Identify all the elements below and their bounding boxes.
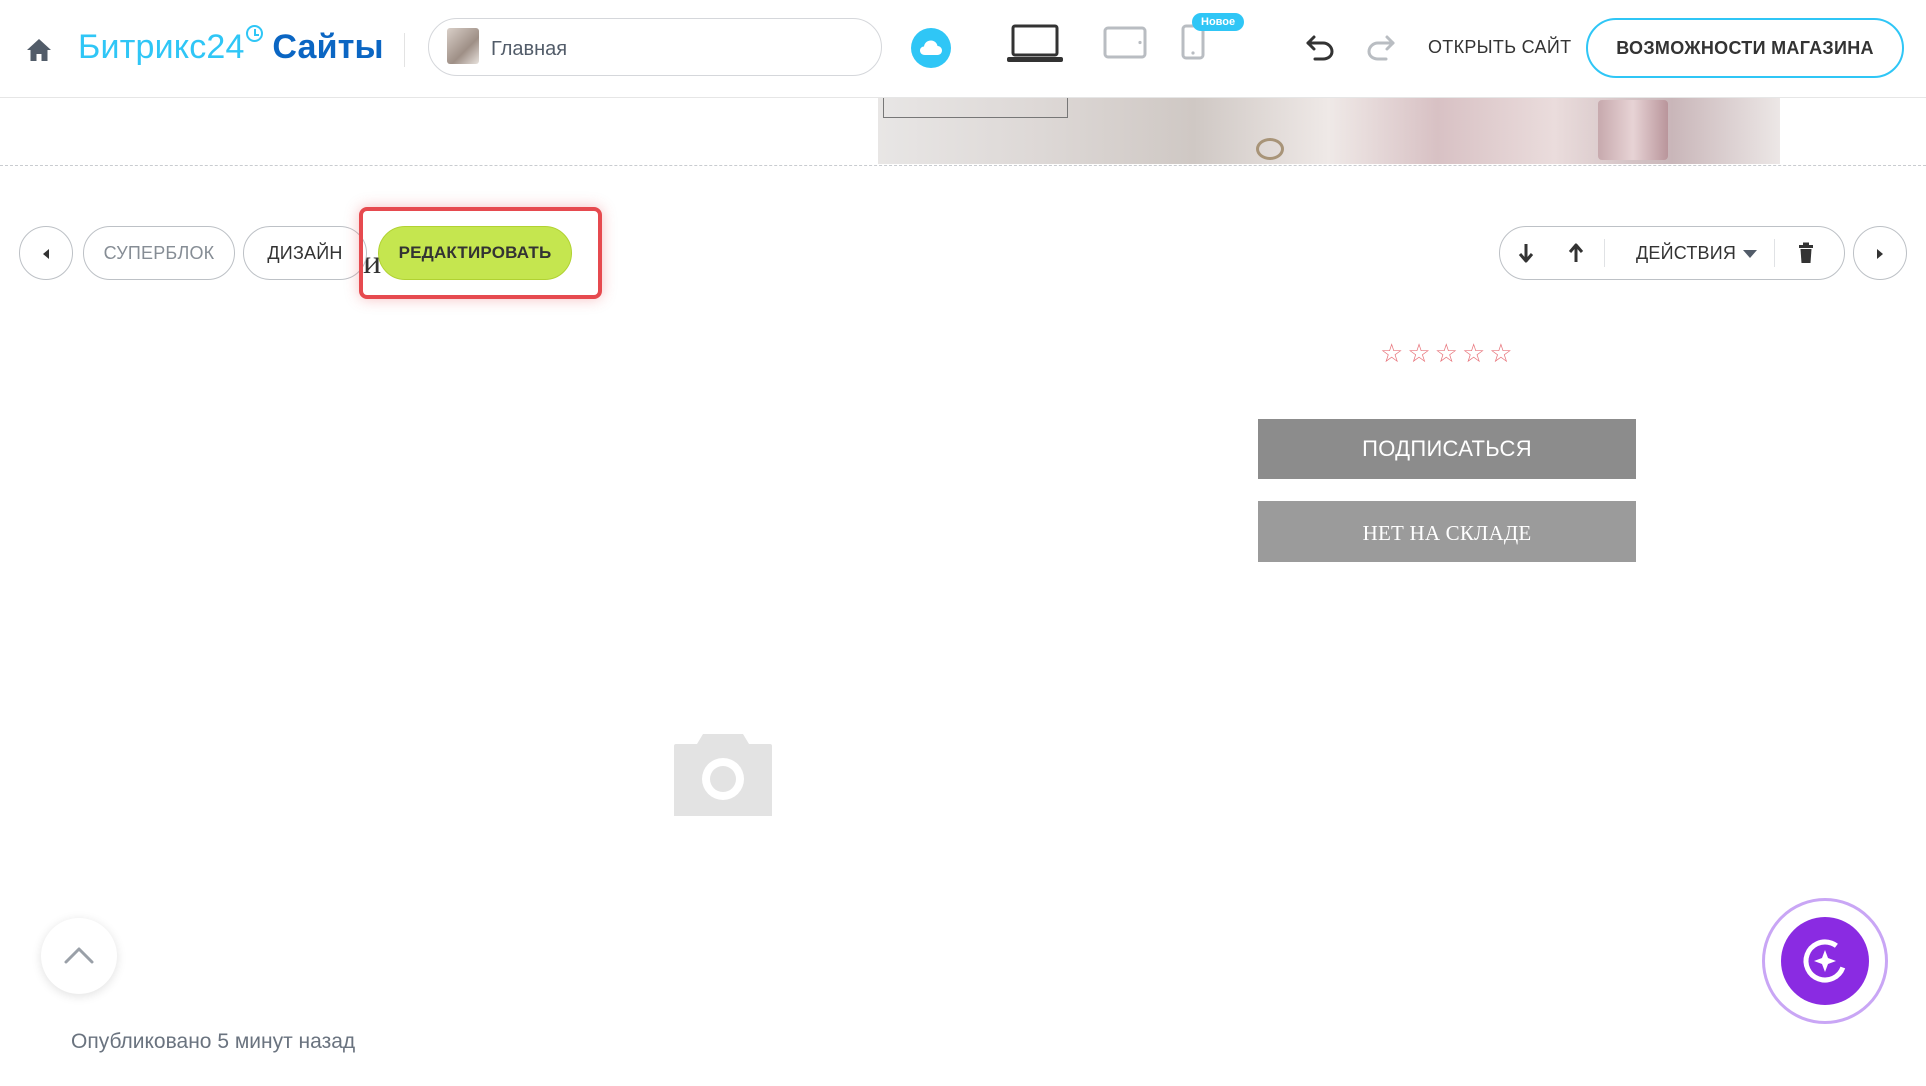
arrow-up-icon[interactable]	[1568, 242, 1584, 264]
logo-sites: Сайты	[272, 28, 384, 66]
star-icon[interactable]: ☆	[1407, 340, 1430, 366]
next-block-button[interactable]	[1853, 226, 1907, 280]
actions-dropdown[interactable]: ДЕЙСТВИЯ	[1636, 243, 1736, 264]
block-divider	[0, 165, 1926, 166]
ai-assistant-button[interactable]	[1762, 898, 1888, 1024]
logo-clock-icon	[245, 25, 263, 42]
star-icon[interactable]: ☆	[1489, 340, 1512, 366]
divider	[1774, 239, 1775, 267]
store-features-button[interactable]: ВОЗМОЖНОСТИ МАГАЗИНА	[1586, 18, 1904, 78]
page-selector[interactable]: Главная	[428, 18, 882, 76]
published-status: Опубликовано 5 минут назад	[71, 1030, 356, 1053]
logo[interactable]: Битрикс24 Сайты	[78, 25, 384, 67]
superblock-button[interactable]: СУПЕРБЛОК	[83, 226, 235, 280]
desktop-icon[interactable]	[1006, 24, 1064, 64]
subscribe-button[interactable]: ПОДПИСАТЬСЯ	[1258, 419, 1636, 479]
hero-image	[878, 98, 1780, 164]
star-icon[interactable]: ☆	[1435, 340, 1458, 366]
cloud-save-button[interactable]	[911, 28, 951, 68]
page-thumbnail	[447, 28, 479, 64]
arrow-right-icon	[1877, 249, 1883, 260]
cloud-icon	[920, 40, 942, 55]
chevron-up-icon	[64, 947, 94, 964]
out-of-stock-button[interactable]: НЕТ НА СКЛАДЕ	[1258, 501, 1636, 562]
tablet-icon[interactable]	[1103, 26, 1147, 60]
hero-ring	[1256, 138, 1284, 160]
ai-assistant-icon	[1803, 939, 1847, 983]
star-icon[interactable]: ☆	[1462, 340, 1485, 366]
hero-frame	[883, 98, 1068, 118]
trash-icon[interactable]	[1798, 242, 1814, 264]
scroll-top-button[interactable]	[41, 918, 117, 994]
home-icon[interactable]	[26, 38, 52, 62]
block-actions-group: ДЕЙСТВИЯ	[1499, 226, 1845, 280]
design-button[interactable]: ДИЗАЙН	[243, 226, 367, 280]
star-icon[interactable]: ☆	[1380, 340, 1403, 366]
camera-placeholder-icon	[674, 734, 772, 816]
arrow-left-icon	[43, 249, 49, 260]
top-bar: Битрикс24 Сайты Главная Новое ОТКРЫТЬ СА…	[0, 0, 1926, 98]
rating-stars[interactable]: ☆ ☆ ☆ ☆ ☆	[1380, 340, 1513, 366]
chevron-down-icon[interactable]	[1743, 250, 1757, 258]
redo-icon[interactable]	[1366, 33, 1396, 61]
page-selector-label: Главная	[491, 38, 568, 60]
open-site-link[interactable]: ОТКРЫТЬ САЙТ	[1428, 37, 1571, 58]
prev-block-button[interactable]	[19, 226, 73, 280]
divider	[404, 33, 405, 67]
logo-bitrix24: Битрикс24	[78, 28, 245, 66]
arrow-down-icon[interactable]	[1518, 242, 1534, 264]
new-badge: Новое	[1192, 13, 1245, 31]
undo-icon[interactable]	[1305, 33, 1335, 61]
hero-bottle	[1598, 100, 1668, 160]
edit-button-highlight	[359, 207, 602, 299]
divider	[1604, 239, 1605, 267]
